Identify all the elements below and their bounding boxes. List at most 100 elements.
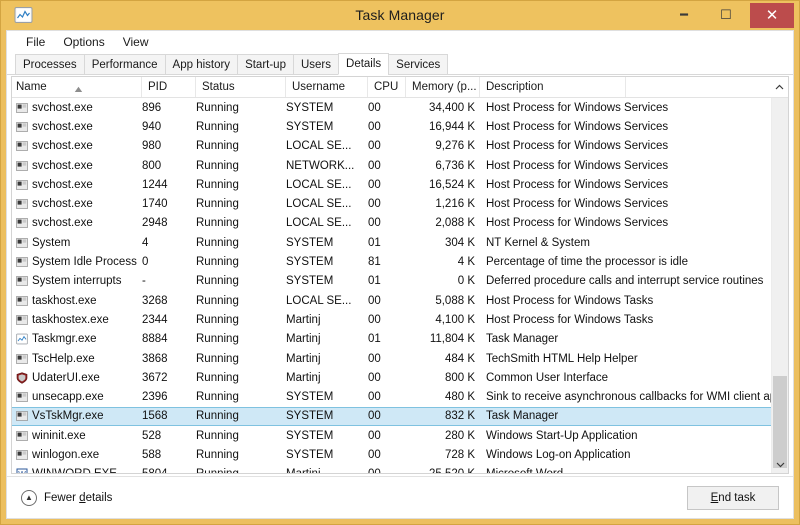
cell-pid: 2396 (142, 391, 168, 404)
process-name: VsTskMgr.exe (32, 410, 104, 423)
table-row[interactable]: winlogon.exe 588 Running SYSTEM 00 728 K Windo… (12, 445, 771, 464)
cell-cpu: 01 (368, 333, 381, 346)
column-header-description[interactable]: Description (480, 77, 626, 97)
cell-memory: 16,944 K (428, 120, 475, 133)
cell-memory: 25,520 K (406, 468, 480, 473)
cell-name: svchost.exe (12, 217, 142, 229)
menu-item-view[interactable]: View (114, 33, 158, 51)
process-name: svchost.exe (32, 140, 93, 153)
vertical-scrollbar[interactable] (771, 98, 788, 473)
column-header-cpu[interactable]: CPU (368, 77, 406, 97)
tab-services[interactable]: Services (388, 54, 449, 75)
table-row[interactable]: System Idle Process 0 Running SYSTEM 81 4 K Pe… (12, 252, 771, 271)
column-header-pid[interactable]: PID (142, 77, 196, 97)
table-row[interactable]: System interrupts - Running SYSTEM 01 0 K Defe… (12, 272, 771, 291)
scroll-down-icon (776, 462, 784, 468)
close-icon: ✕ (765, 7, 779, 24)
process-name: System Idle Process (32, 256, 137, 269)
svg-text:W: W (18, 470, 26, 473)
column-header-username[interactable]: Username (286, 77, 368, 97)
column-header-name[interactable]: Name ▲ (12, 77, 142, 97)
cell-cpu: 01 (368, 275, 381, 288)
process-name: System interrupts (32, 275, 122, 288)
table-row[interactable]: unsecapp.exe 2396 Running SYSTEM 00 480 K Sink… (12, 387, 771, 406)
generic-exe-icon (16, 122, 28, 132)
cell-memory: 16,524 K (428, 178, 475, 191)
task-manager-icon (14, 6, 33, 24)
scroll-up-button[interactable] (771, 77, 788, 97)
close-button[interactable]: ✕ (750, 3, 794, 28)
column-header-status[interactable]: Status (196, 77, 286, 97)
scroll-down-button[interactable] (772, 456, 788, 473)
cell-memory: 9,276 K (435, 140, 475, 153)
table-row[interactable]: svchost.exe 2948 Running LOCAL SE... 00 2,088… (12, 214, 771, 233)
table-row[interactable]: wininit.exe 528 Running SYSTEM 00 280 K Window… (12, 426, 771, 445)
cell-cpu: 81 (368, 256, 381, 269)
cell-name: unsecapp.exe (12, 391, 142, 403)
table-row[interactable]: System 4 Running SYSTEM 01 304 K NT Kernel & S… (12, 233, 771, 252)
table-row[interactable]: svchost.exe 1740 Running LOCAL SE... 00 1,216… (12, 194, 771, 213)
cell-name: svchost.exe (12, 198, 142, 210)
cell-description: Percentage of time the processor is idle (486, 256, 688, 269)
scrollbar-thumb[interactable] (773, 376, 787, 468)
table-row[interactable]: UdaterUI.exe 3672 Running Martinj 00 800 K Com… (12, 368, 771, 387)
cell-memory: 304 K (444, 236, 475, 249)
cell-description: Host Process for Windows Tasks (486, 294, 654, 307)
end-task-label: End task (710, 492, 756, 504)
tab-processes[interactable]: Processes (15, 54, 85, 75)
end-task-button[interactable]: End task (687, 486, 779, 510)
cell-pid: 8884 (142, 333, 168, 346)
fewer-details-button[interactable]: ▲ Fewer details (21, 489, 113, 506)
maximize-icon: ☐ (720, 7, 732, 22)
table-row[interactable]: svchost.exe 896 Running SYSTEM 00 34,400 K Hos… (12, 98, 771, 117)
maximize-button[interactable]: ☐ (706, 1, 746, 28)
column-header-memory[interactable]: Memory (p... (406, 77, 480, 97)
tab-app-history[interactable]: App history (164, 54, 239, 75)
fewer-details-label: Fewer details (44, 491, 113, 504)
footer-bar: ▲ Fewer details End task (7, 476, 793, 518)
cell-cpu: 00 (368, 217, 381, 230)
table-row[interactable]: svchost.exe 1244 Running LOCAL SE... 00 16,52… (12, 175, 771, 194)
table-row[interactable]: svchost.exe 800 Running NETWORK... 00 6,736 K… (12, 156, 771, 175)
table-row[interactable]: taskhost.exe 3268 Running LOCAL SE... 00 5,08… (12, 291, 771, 310)
tab-start-up[interactable]: Start-up (237, 54, 294, 75)
table-row[interactable]: taskhostex.exe 2344 Running Martinj 00 4,100 … (12, 310, 771, 329)
menu-item-options[interactable]: Options (54, 33, 113, 51)
process-name: svchost.exe (32, 101, 93, 114)
generic-exe-icon (16, 411, 28, 422)
process-name: UdaterUI.exe (32, 371, 100, 384)
process-list: Name ▲ PID Status Username CPU Memory (p… (11, 76, 789, 474)
table-row[interactable]: svchost.exe 940 Running SYSTEM 00 16,944 K Hos… (12, 117, 771, 136)
table-row[interactable]: TscHelp.exe 3868 Running Martinj 00 484 K Tech… (12, 349, 771, 368)
cell-username: LOCAL SE... (286, 140, 352, 153)
cell-status: Running (196, 352, 239, 365)
cell-cpu: 00 (368, 448, 381, 461)
client-area: File Options View Processes Performance … (6, 30, 794, 519)
menu-item-file[interactable]: File (17, 33, 54, 51)
minimize-button[interactable]: ━ (664, 1, 704, 28)
cell-status: Running (196, 236, 239, 249)
cell-status: Running (196, 140, 239, 153)
table-row[interactable]: W WINWORD.EXE 5804RunningMartinj0025,520 K… (12, 465, 771, 473)
cell-status: Running (196, 275, 239, 288)
cell-username: SYSTEM (286, 448, 334, 461)
cell-cpu: 00 (368, 294, 381, 307)
cell-username: Martinj (286, 371, 321, 384)
cell-name: System (12, 237, 142, 249)
tab-performance[interactable]: Performance (83, 54, 166, 75)
cell-name: svchost.exe (12, 179, 142, 191)
tab-users[interactable]: Users (292, 54, 340, 75)
cell-status: Running (196, 391, 239, 404)
table-row[interactable]: svchost.exe 980 Running LOCAL SE... 00 9,276 … (12, 137, 771, 156)
cell-cpu: 01 (368, 236, 381, 249)
shield-icon (16, 372, 28, 384)
cell-memory: 484 K (444, 352, 475, 365)
table-row[interactable]: VsTskMgr.exe 1568 Running SYSTEM 00 832 K Task… (12, 406, 771, 427)
chevron-up-circle-icon: ▲ (21, 489, 37, 506)
process-name: System (32, 236, 71, 249)
cell-name: System interrupts (12, 275, 142, 287)
tab-details[interactable]: Details (338, 53, 390, 75)
table-row[interactable]: Taskmgr.exe 8884 Running Martinj 01 11,804 K T… (12, 330, 771, 349)
cell-memory: 832 K (444, 410, 475, 423)
generic-exe-icon (16, 257, 28, 267)
